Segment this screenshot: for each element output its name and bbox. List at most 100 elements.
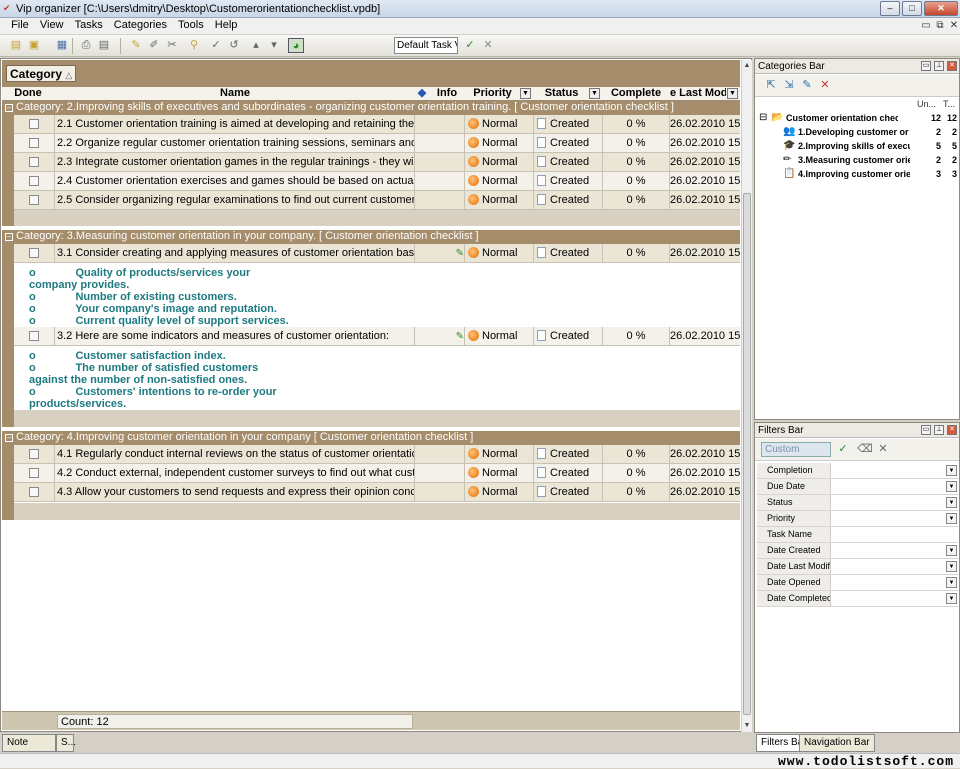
task-name[interactable]: 2.5 Consider organizing regular examinat…: [55, 191, 415, 209]
add-subcategory-icon[interactable]: ⇲: [781, 78, 797, 93]
panel-pin-icon[interactable]: ⊥: [934, 425, 944, 435]
complete-cell[interactable]: 0 %: [603, 464, 670, 482]
filter-dropdown-icon[interactable]: ▼: [946, 481, 957, 492]
group-header[interactable]: – Category: 4.Improving customer orientat…: [2, 431, 740, 445]
complete-cell[interactable]: 0 %: [603, 327, 670, 345]
complete-cell[interactable]: 0 %: [603, 134, 670, 152]
done-checkbox[interactable]: [29, 176, 39, 186]
mark-undone-icon[interactable]: ↺: [226, 38, 242, 53]
task-name[interactable]: 3.1 Consider creating and applying measu…: [55, 244, 415, 262]
task-row[interactable]: 2.2 Organize regular customer orientatio…: [14, 134, 740, 153]
filter-row[interactable]: Date Completed ▼: [757, 591, 958, 607]
print-preview-icon[interactable]: ▤: [96, 38, 112, 53]
col-complete[interactable]: Complete: [603, 87, 669, 101]
task-name[interactable]: 2.2 Organize regular customer orientatio…: [55, 134, 415, 152]
task-row[interactable]: 2.3 Integrate customer orientation games…: [14, 153, 740, 172]
category-item[interactable]: ✏ 3.Measuring customer orie 2 2: [755, 153, 959, 167]
menu-help[interactable]: Help: [211, 18, 242, 32]
task-name[interactable]: 4.1 Regularly conduct internal reviews o…: [55, 445, 415, 463]
last-mod-filter-dropdown-icon[interactable]: ▼: [727, 88, 738, 99]
filter-clear-icon[interactable]: ✕: [480, 38, 496, 53]
task-row[interactable]: 4.1 Regularly conduct internal reviews o…: [14, 445, 740, 464]
col-last-modified[interactable]: e Last Mod: [670, 87, 726, 101]
filter-dropdown-icon[interactable]: ▼: [946, 513, 957, 524]
priority-cell[interactable]: Normal: [465, 445, 534, 463]
apply-filter-icon[interactable]: ✓: [835, 442, 851, 457]
col-status[interactable]: Status: [534, 87, 589, 101]
task-row[interactable]: 4.2 Conduct external, independent custom…: [14, 464, 740, 483]
task-name[interactable]: 2.4 Customer orientation exercises and g…: [55, 172, 415, 190]
collapse-icon[interactable]: –: [5, 434, 13, 442]
col-name[interactable]: Name: [55, 87, 415, 101]
done-checkbox[interactable]: [29, 449, 39, 459]
status-cell[interactable]: Created: [534, 134, 603, 152]
filter-apply-icon[interactable]: ✓: [462, 38, 478, 53]
status-cell[interactable]: Created: [534, 191, 603, 209]
delete-category-icon[interactable]: ✕: [817, 78, 833, 93]
tab-navigation-bar[interactable]: Navigation Bar: [799, 734, 875, 752]
collapse-icon[interactable]: –: [5, 233, 13, 241]
filter-row[interactable]: Completion ▼: [757, 463, 958, 479]
done-checkbox[interactable]: [29, 487, 39, 497]
scroll-up-icon[interactable]: ▲: [742, 60, 752, 72]
menu-file[interactable]: File: [7, 18, 33, 32]
task-name[interactable]: 4.3 Allow your customers to send request…: [55, 483, 415, 501]
close-button[interactable]: ✕: [924, 1, 958, 16]
filter-dropdown-icon[interactable]: ▼: [946, 593, 957, 604]
eraser-icon[interactable]: ⌫: [857, 442, 873, 457]
task-row[interactable]: 3.1 Consider creating and applying measu…: [14, 244, 740, 263]
panel-pin-icon[interactable]: ⊥: [934, 61, 944, 71]
edit-category-icon[interactable]: ✎: [799, 78, 815, 93]
menu-tools[interactable]: Tools: [174, 18, 208, 32]
priority-cell[interactable]: Normal: [465, 153, 534, 171]
priority-filter-dropdown-icon[interactable]: ▼: [520, 88, 531, 99]
group-header[interactable]: – Category: 2.Improving skills of executi…: [2, 101, 740, 115]
maximize-button[interactable]: □: [902, 1, 922, 16]
group-header[interactable]: – Category: 3.Measuring customer orientat…: [2, 230, 740, 244]
status-filter-dropdown-icon[interactable]: ▼: [589, 88, 600, 99]
category-item[interactable]: 📋 4.Improving customer orie 3 3: [755, 167, 959, 181]
col-info[interactable]: Info: [430, 87, 464, 101]
done-checkbox[interactable]: [29, 138, 39, 148]
mdi-minimize-icon[interactable]: ▭: [920, 20, 932, 31]
done-checkbox[interactable]: [29, 331, 39, 341]
panel-menu-icon[interactable]: ▭: [921, 425, 931, 435]
complete-cell[interactable]: 0 %: [603, 153, 670, 171]
clear-filter-icon[interactable]: ✕: [875, 442, 891, 457]
task-row[interactable]: 2.4 Customer orientation exercises and g…: [14, 172, 740, 191]
filter-row[interactable]: Task Name: [757, 527, 958, 543]
priority-cell[interactable]: Normal: [465, 244, 534, 262]
minimize-button[interactable]: –: [880, 1, 900, 16]
task-name[interactable]: 2.1 Customer orientation training is aim…: [55, 115, 415, 133]
delete-task-icon[interactable]: ✂: [164, 38, 180, 53]
status-cell[interactable]: Created: [534, 153, 603, 171]
done-checkbox[interactable]: [29, 119, 39, 129]
priority-cell[interactable]: Normal: [465, 191, 534, 209]
vertical-scrollbar[interactable]: ▲ ▼: [741, 60, 752, 732]
note-icon[interactable]: ✎: [454, 248, 464, 259]
complete-cell[interactable]: 0 %: [603, 244, 670, 262]
filter-row[interactable]: Date Last Modifie ▼: [757, 559, 958, 575]
filter-dropdown-icon[interactable]: ▼: [946, 465, 957, 476]
save-icon[interactable]: ▦: [54, 38, 70, 53]
done-checkbox[interactable]: [29, 248, 39, 258]
priority-cell[interactable]: Normal: [465, 115, 534, 133]
info-col-icon[interactable]: ◆: [415, 87, 429, 101]
complete-cell[interactable]: 0 %: [603, 445, 670, 463]
menu-tasks[interactable]: Tasks: [71, 18, 107, 32]
priority-cell[interactable]: Normal: [465, 464, 534, 482]
task-name[interactable]: 4.2 Conduct external, independent custom…: [55, 464, 415, 482]
filter-dropdown-icon[interactable]: ▼: [946, 577, 957, 588]
collapse-icon[interactable]: –: [5, 104, 13, 112]
task-row[interactable]: 3.2 Here are some indicators and measure…: [14, 327, 740, 346]
new-icon[interactable]: ▣: [26, 38, 42, 53]
filter-row[interactable]: Due Date ▼: [757, 479, 958, 495]
menu-categories[interactable]: Categories: [110, 18, 171, 32]
complete-cell[interactable]: 0 %: [603, 115, 670, 133]
done-checkbox[interactable]: [29, 195, 39, 205]
status-cell[interactable]: Created: [534, 464, 603, 482]
done-checkbox[interactable]: [29, 157, 39, 167]
filter-row[interactable]: Priority ▼: [757, 511, 958, 527]
task-row[interactable]: 2.5 Consider organizing regular examinat…: [14, 191, 740, 210]
task-name[interactable]: 3.2 Here are some indicators and measure…: [55, 327, 415, 345]
